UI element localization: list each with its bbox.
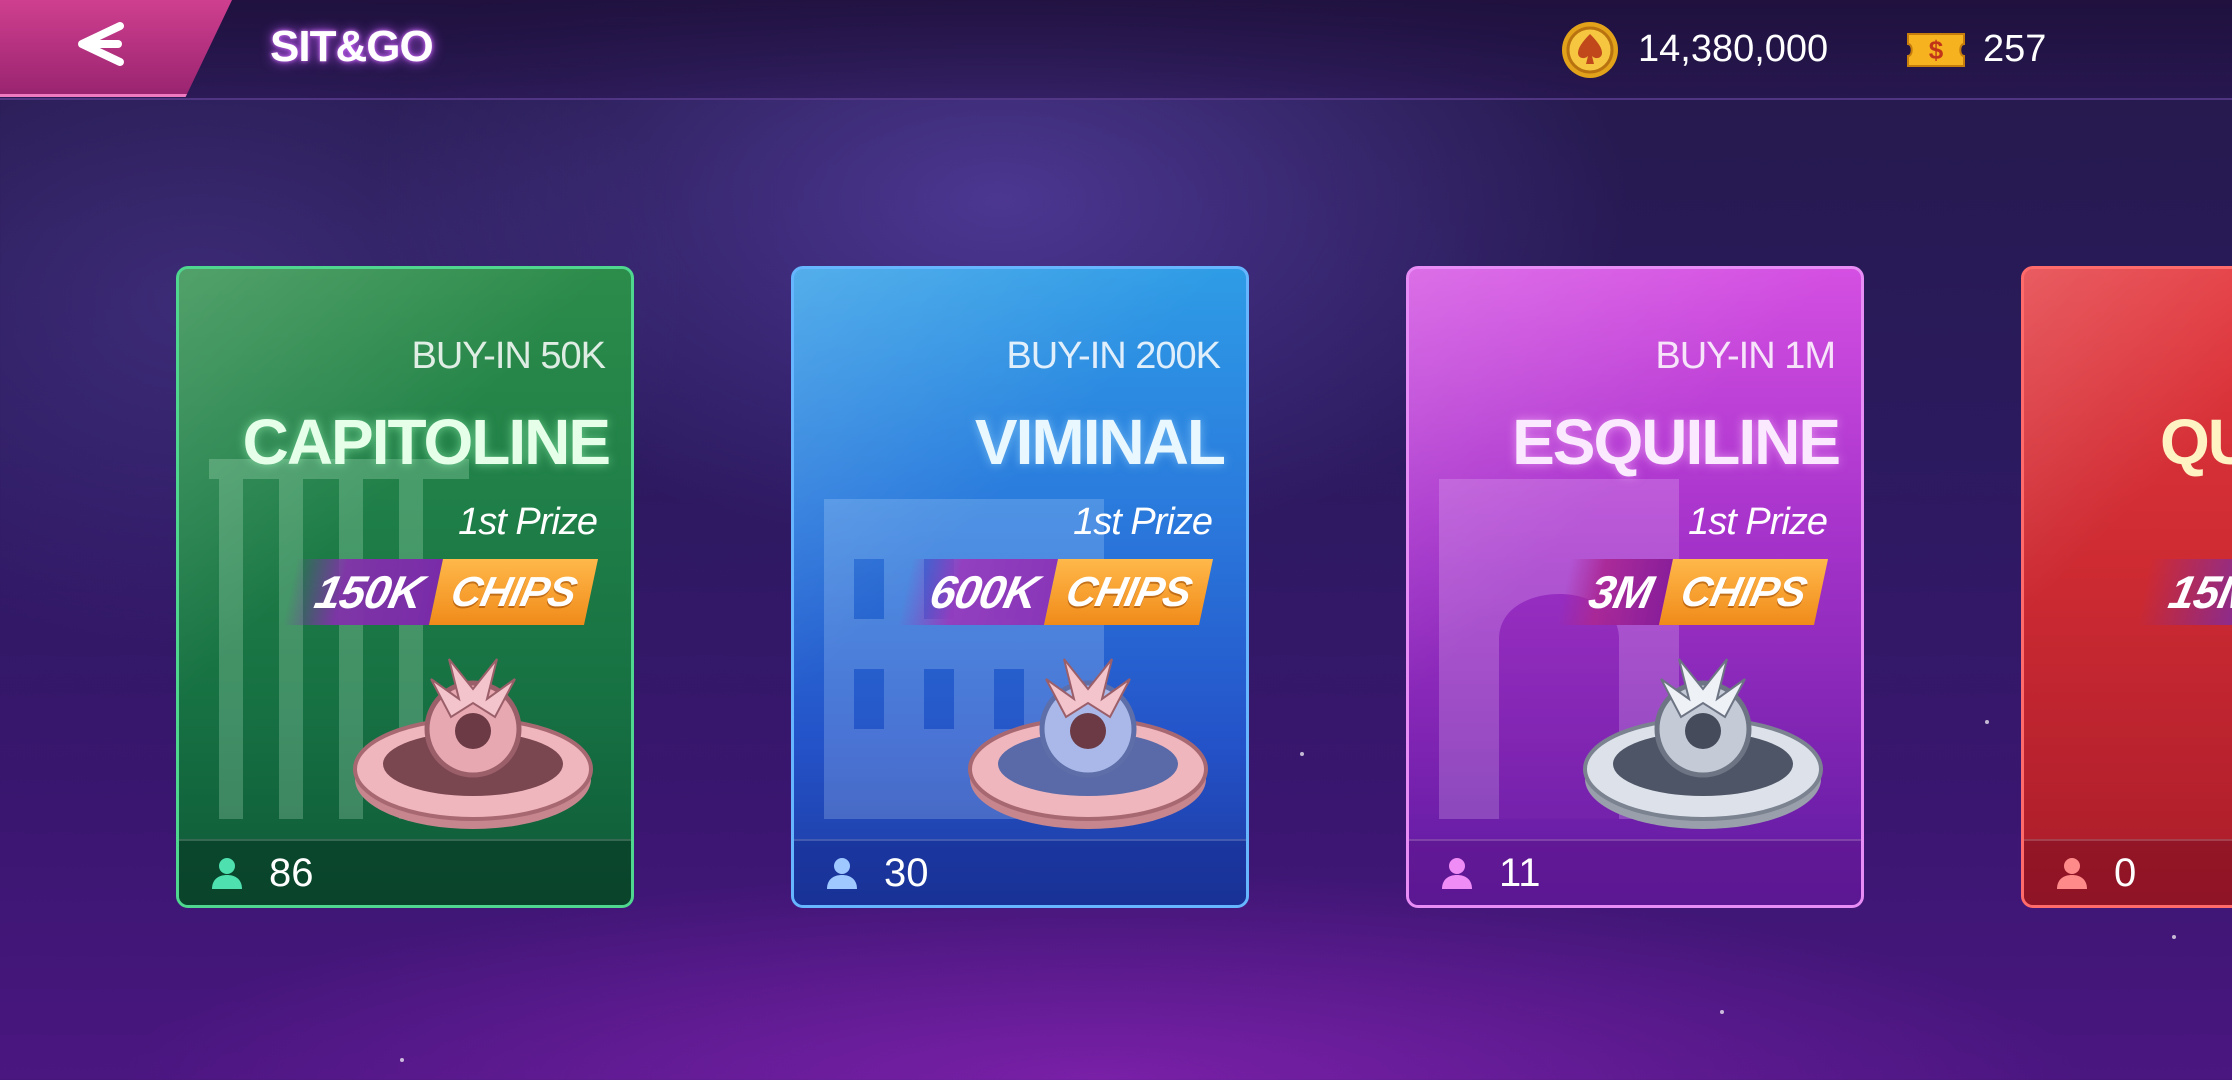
prize-badge: 3M CHIPS [1556, 559, 1829, 625]
back-arrow-icon [78, 22, 124, 66]
tournament-card-quirinal[interactable]: QU 15M 0 [2021, 266, 2232, 908]
ring-icon [1583, 658, 1823, 829]
prize-amount: 150K [282, 559, 443, 625]
player-count: 0 [2114, 851, 2137, 895]
prize-amount: 600K [897, 559, 1058, 625]
coin-balance: 14,380,000 [1638, 28, 1829, 70]
ticket-icon: $ [1907, 33, 1965, 67]
buy-in-label: BUY-IN 200K [1006, 335, 1221, 377]
first-prize-label: 1st Prize [1688, 501, 1828, 543]
prize-unit: CHIPS [1043, 559, 1214, 625]
first-prize-label: 1st Prize [1073, 501, 1213, 543]
tournament-name: ESQUILINE [1512, 406, 1841, 478]
tournament-name: VIMINAL [974, 406, 1226, 478]
back-button[interactable] [0, 0, 232, 97]
tournament-name: CAPITOLINE [242, 406, 611, 478]
prize-badge: 15M [2136, 559, 2232, 625]
prize-badge: 150K CHIPS [282, 559, 599, 625]
buy-in-label: BUY-IN 50K [411, 335, 606, 377]
ring-icon [353, 658, 593, 829]
buy-in-label: BUY-IN 1M [1655, 335, 1836, 377]
prize-unit: CHIPS [428, 559, 599, 625]
player-count: 86 [269, 851, 314, 895]
first-prize-label: 1st Prize [458, 501, 598, 543]
prize-unit: CHIPS [1658, 559, 1829, 625]
page-title: SIT&GO [270, 22, 434, 71]
tournament-card-viminal[interactable]: BUY-IN 200K VIMINAL 1st Prize 600K CHIPS… [791, 266, 1249, 908]
tournament-name: QU [2160, 406, 2232, 478]
card-footer: 0 [2024, 839, 2232, 905]
card-footer: 86 [179, 839, 631, 905]
svg-text:$: $ [1929, 35, 1944, 65]
player-count: 30 [884, 851, 929, 895]
user-icon [212, 858, 242, 889]
coin-icon [1562, 22, 1618, 78]
tournament-card-esquiline[interactable]: BUY-IN 1M ESQUILINE 1st Prize 3M CHIPS 1… [1406, 266, 1864, 908]
card-footer: 11 [1409, 839, 1861, 905]
prize-amount: 15M [2136, 559, 2232, 625]
prize-amount: 3M [1556, 559, 1673, 625]
ring-icon [968, 658, 1208, 829]
prize-badge: 600K CHIPS [897, 559, 1214, 625]
card-footer: 30 [794, 839, 1246, 905]
user-icon [2057, 858, 2087, 889]
tournament-card-capitoline[interactable]: BUY-IN 50K CAPITOLINE 1st Prize 150K CHI… [176, 266, 634, 908]
top-bar: SIT&GO 14,380,000 $ 257 [0, 0, 2232, 100]
user-icon [827, 858, 857, 889]
player-count: 11 [1499, 851, 1541, 895]
user-icon [1442, 858, 1472, 889]
ticket-balance: 257 [1983, 28, 2047, 70]
